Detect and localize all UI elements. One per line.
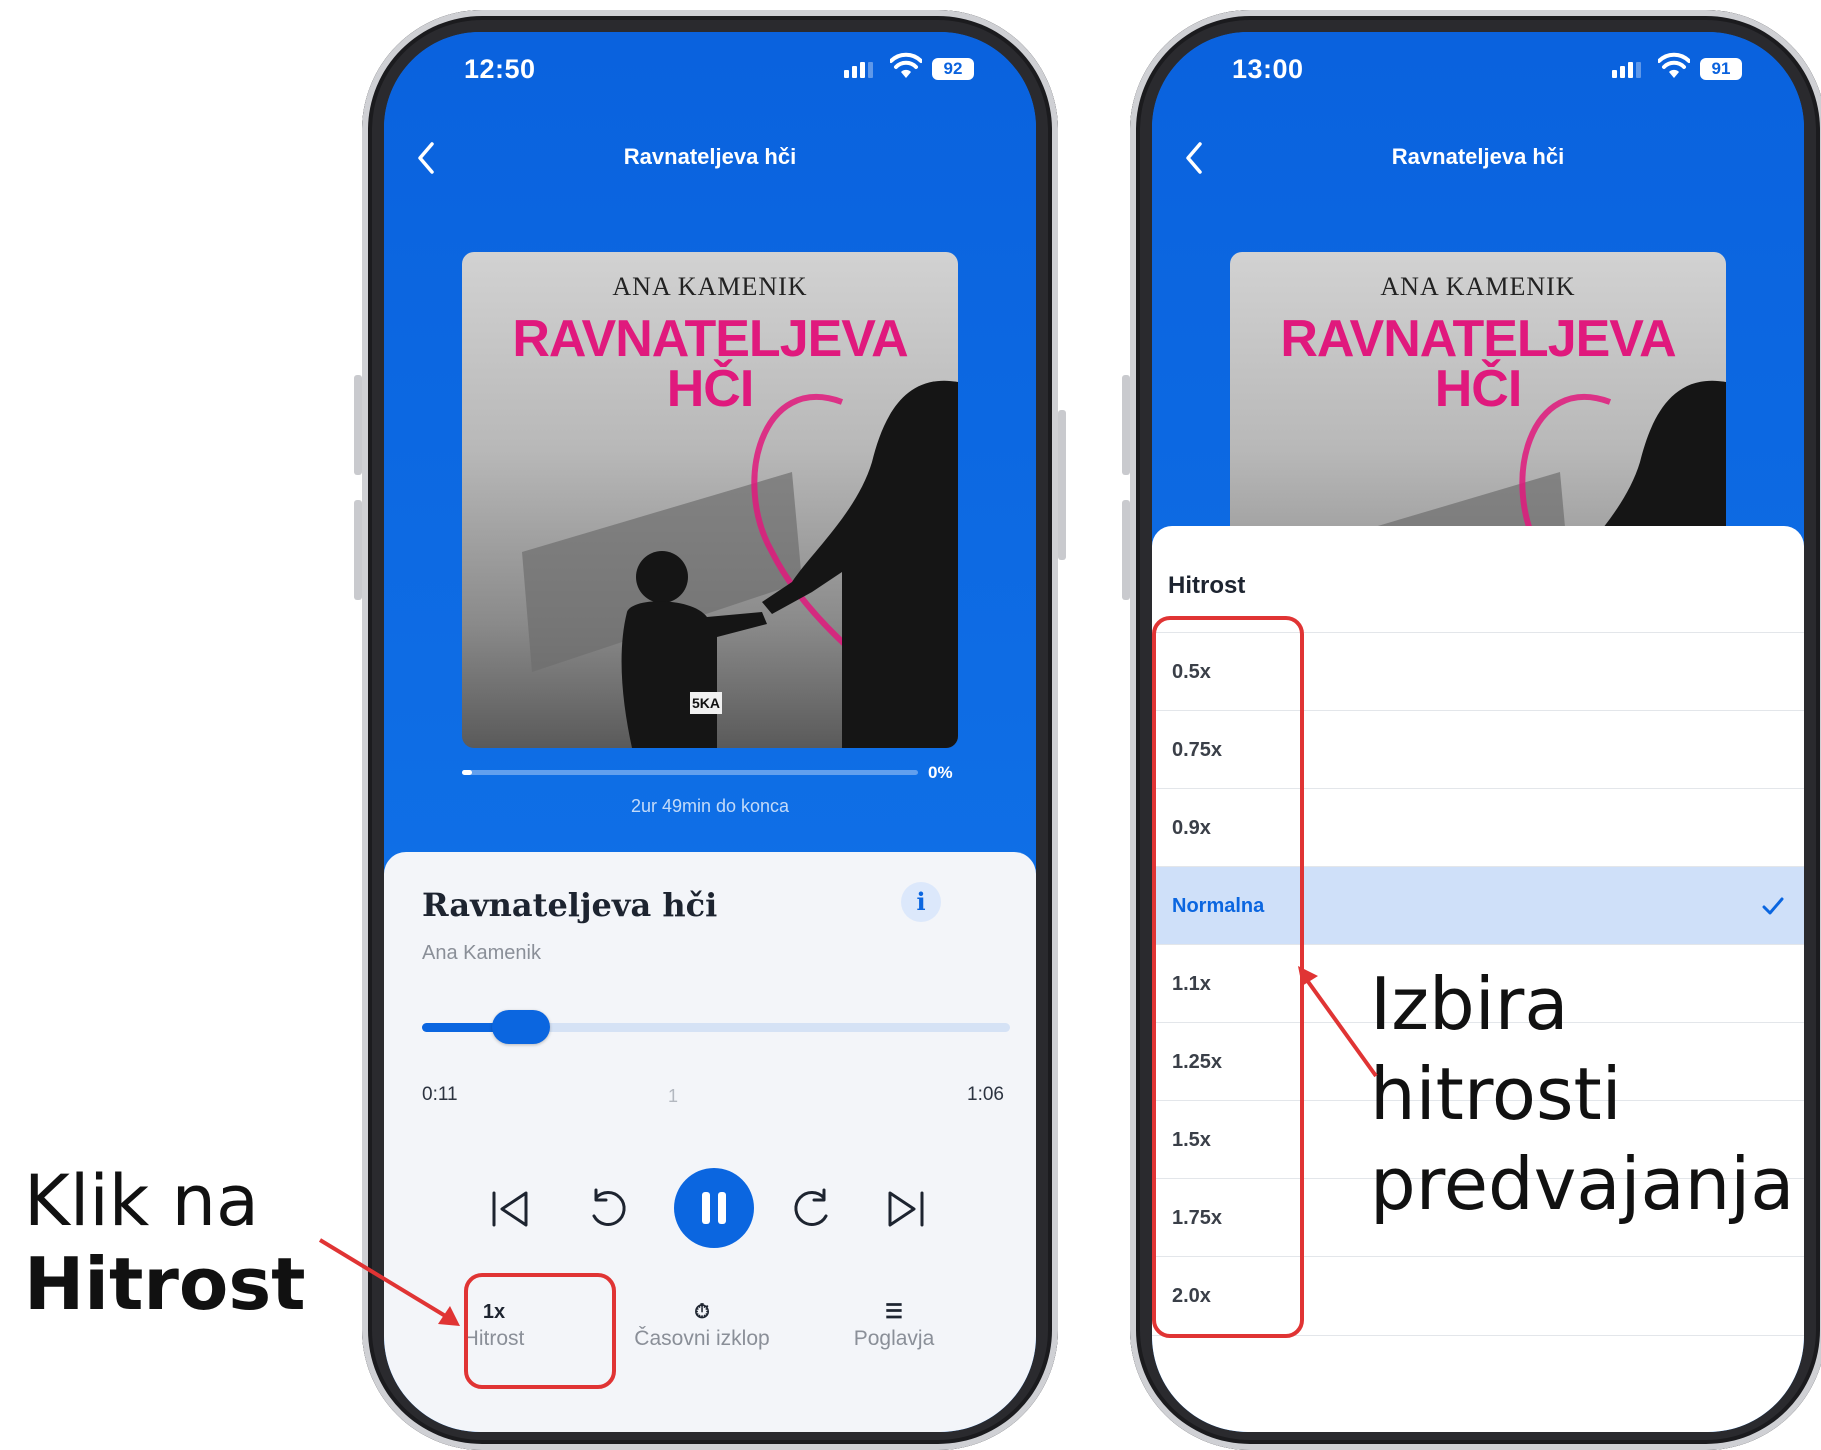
- speed-highlight-box: [464, 1273, 616, 1389]
- chapter-number: 1: [668, 1086, 679, 1106]
- nav-title: Ravnateljeva hči: [1391, 144, 1565, 169]
- side-button: [354, 375, 362, 475]
- list-icon: ☰: [885, 1301, 903, 1323]
- status-bar: 12:50 92: [384, 32, 1036, 102]
- annotation-select-line1: Izbira: [1370, 962, 1569, 1046]
- tab-chapters[interactable]: ☰ Poglavja: [824, 1297, 964, 1351]
- tab-sleep-timer-label: Časovni izklop: [634, 1327, 770, 1350]
- check-icon: [1762, 897, 1784, 915]
- book-progress-fill: [462, 770, 472, 775]
- side-button: [1122, 375, 1130, 475]
- status-time: 12:50: [464, 54, 536, 84]
- nav-title: Ravnateljeva hči: [623, 144, 797, 169]
- time-remaining: 2ur 49min do konca: [630, 796, 790, 816]
- pause-icon: [702, 1192, 726, 1224]
- signal-icon: [844, 62, 873, 78]
- speed-sheet-title: Hitrost: [1168, 572, 1246, 599]
- annotation-select-line2: hitrosti: [1370, 1052, 1622, 1136]
- timer-icon: ⏱: [694, 1301, 710, 1323]
- side-button: [1058, 410, 1066, 560]
- annotation-select-line3: predvajanja: [1370, 1142, 1795, 1226]
- nav-bar: Ravnateljeva hči: [384, 132, 1036, 182]
- nav-bar: Ravnateljeva hči: [1152, 132, 1804, 182]
- speed-options-highlight-box: [1152, 616, 1304, 1338]
- book-author: Ana Kamenik: [422, 942, 541, 964]
- annotation-arrow-right: [1298, 966, 1378, 1078]
- book-cover: 5KA ANA KAMENIK RAVNATELJEVA HČI: [462, 252, 958, 748]
- tab-chapters-label: Poglavja: [853, 1327, 935, 1350]
- previous-chapter-icon[interactable]: [488, 1187, 532, 1231]
- forward-icon[interactable]: [788, 1184, 836, 1232]
- publisher-mark: 5KA: [692, 695, 721, 711]
- signal-icon: [1612, 62, 1641, 78]
- wifi-icon: [1658, 52, 1690, 78]
- battery-icon: 91: [1700, 58, 1742, 80]
- side-button: [1122, 500, 1130, 600]
- left-screen: 12:50 92 Ravnateljeva hči 5KA ANA KAMENI…: [384, 32, 1036, 1432]
- wifi-icon: [890, 52, 922, 78]
- total-time: 1:06: [967, 1084, 1004, 1105]
- elapsed-time: 0:11: [422, 1084, 458, 1105]
- cover-author: ANA KAMENIK: [1380, 272, 1576, 301]
- side-button: [354, 500, 362, 600]
- cover-title-line1: RAVNATELJEVA: [1280, 310, 1676, 368]
- cover-title-line2: HČI: [666, 360, 755, 418]
- book-progress-percent: 0%: [928, 763, 953, 782]
- cover-title-line2: HČI: [1434, 360, 1523, 418]
- info-button[interactable]: i: [901, 882, 941, 922]
- status-time: 13:00: [1232, 54, 1304, 84]
- next-chapter-icon[interactable]: [884, 1187, 928, 1231]
- book-title: Ravnateljeva hči: [422, 886, 718, 924]
- rewind-icon[interactable]: [584, 1184, 632, 1232]
- cover-author: ANA KAMENIK: [612, 272, 808, 301]
- book-progress-track: [462, 770, 918, 775]
- status-bar: 13:00 91: [1152, 32, 1804, 102]
- seek-thumb[interactable]: [492, 1010, 550, 1044]
- annotation-arrow-left: [318, 1238, 460, 1326]
- battery-icon: 92: [932, 58, 974, 80]
- cover-title-line1: RAVNATELJEVA: [512, 310, 908, 368]
- pause-button[interactable]: [674, 1168, 754, 1248]
- tab-sleep-timer[interactable]: ⏱ Časovni izklop: [602, 1297, 802, 1351]
- annotation-click-line1: Klik na: [24, 1160, 259, 1242]
- annotation-click-line2: Hitrost: [24, 1242, 306, 1326]
